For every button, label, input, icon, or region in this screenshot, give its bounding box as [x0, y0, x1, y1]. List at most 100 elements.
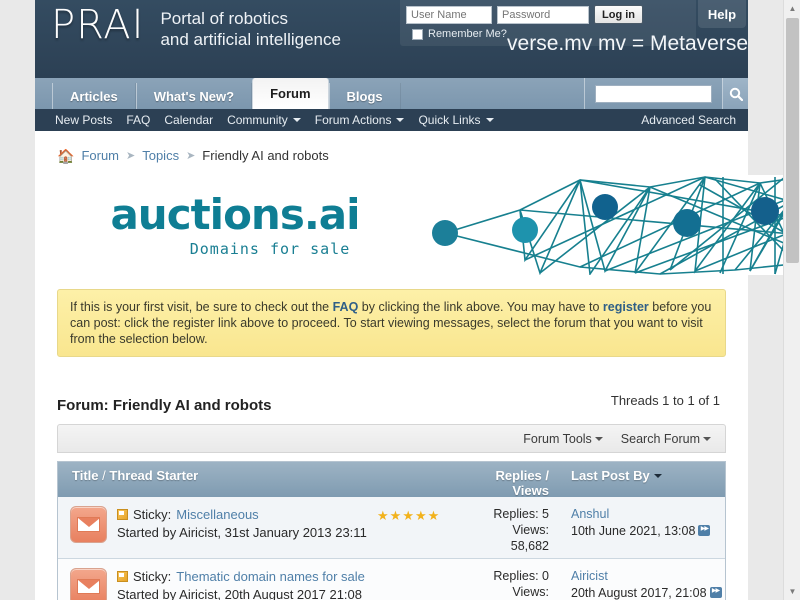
column-header-title-label: Title	[72, 468, 99, 483]
chevron-down-icon	[485, 118, 494, 122]
search-forum-button[interactable]: Search Forum	[621, 432, 711, 446]
thread-views-label: Views:	[512, 585, 549, 599]
last-poster-link[interactable]: Anshul	[571, 507, 609, 521]
table-row[interactable]: Sticky: Thematic domain names for sale S…	[58, 559, 725, 600]
banner-title: auctions.ai	[110, 190, 360, 239]
password-field[interactable]	[497, 5, 589, 24]
star-icon: ★	[427, 508, 440, 523]
chevron-down-icon	[396, 118, 405, 122]
thread-title-link[interactable]: Miscellaneous	[176, 506, 258, 523]
tab-blogs[interactable]: Blogs	[328, 83, 401, 109]
thread-started-by: Started by Airicist, 31st January 2013 2…	[117, 525, 367, 540]
secondary-nav: New Posts FAQ Calendar Community Forum A…	[35, 109, 748, 131]
thread-last-post: Anshul 10th June 2021, 13:08	[557, 506, 725, 540]
thread-started-by: Started by Airicist, 20th August 2017 21…	[117, 587, 362, 600]
tagline-line-2: and artificial intelligence	[160, 30, 341, 49]
star-icon: ★	[389, 508, 402, 523]
content-panel: 🏠 Forum ➤ Topics ➤ Friendly AI and robot…	[35, 131, 800, 600]
breadcrumb-item-topics[interactable]: Topics	[142, 148, 179, 163]
network-node	[432, 220, 458, 246]
page-column: PRAI Portal of robotics and artificial i…	[35, 0, 800, 600]
column-header-replies: Replies /	[495, 468, 549, 483]
faq-link[interactable]: FAQ	[333, 300, 359, 314]
subnav-calendar[interactable]: Calendar	[164, 113, 213, 127]
column-header-title[interactable]: Title / Thread Starter	[58, 468, 453, 483]
subnav-new-posts-label: New Posts	[55, 113, 113, 127]
site-logo[interactable]: PRAI Portal of robotics and artificial i…	[51, 2, 341, 50]
remember-me-checkbox[interactable]	[412, 28, 423, 40]
remember-me-label: Remember Me?	[428, 28, 507, 40]
column-header-views: Views	[512, 483, 549, 498]
logo-tagline: Portal of robotics and artificial intell…	[144, 2, 341, 50]
forum-tools-button[interactable]: Forum Tools	[523, 432, 603, 446]
tab-forum[interactable]: Forum	[252, 78, 329, 109]
subnav-community-label: Community	[227, 113, 288, 127]
sticky-icon	[117, 571, 128, 582]
goto-last-post-icon[interactable]	[698, 523, 711, 536]
network-graphic	[432, 176, 800, 275]
tab-articles[interactable]: Articles	[52, 83, 136, 109]
banner-ad[interactable]: auctions.ai Domains for sale	[55, 175, 800, 275]
network-node	[751, 197, 779, 225]
register-link[interactable]: register	[603, 300, 649, 314]
scrollbar-thumb[interactable]	[786, 18, 799, 263]
subnav-community[interactable]: Community	[227, 113, 301, 127]
search-icon[interactable]	[722, 78, 748, 109]
nav-search-zone	[584, 78, 748, 109]
subnav-forum-actions[interactable]: Forum Actions	[315, 113, 405, 127]
subnav-new-posts[interactable]: New Posts	[55, 113, 112, 127]
search-forum-label: Search Forum	[620, 431, 700, 446]
sticky-icon	[117, 509, 128, 520]
thread-replies-views: Replies: 5 Views: 58,682	[453, 506, 557, 554]
notice-part-2: by clicking the link above. You may have…	[358, 300, 603, 314]
search-input[interactable]	[595, 84, 712, 103]
column-header-replies-views[interactable]: Replies / Views	[453, 468, 557, 498]
goto-last-post-icon[interactable]	[709, 585, 722, 598]
thread-rating[interactable]	[377, 568, 453, 571]
table-header-row: Title / Thread Starter Replies / Views L…	[58, 462, 725, 498]
help-button[interactable]: Help	[698, 0, 746, 28]
thread-info: Sticky: Miscellaneous Started by Airicis…	[107, 506, 377, 542]
scroll-up-icon[interactable]: ▲	[784, 0, 800, 17]
tab-whats-new[interactable]: What's New?	[135, 83, 253, 109]
thread-title-link[interactable]: Thematic domain names for sale	[176, 568, 365, 585]
username-field[interactable]	[406, 5, 492, 24]
scroll-down-icon[interactable]: ▼	[784, 583, 800, 600]
last-post-date: 20th August 2017, 21:08	[571, 586, 707, 600]
browser-viewport: PRAI Portal of robotics and artificial i…	[0, 0, 800, 600]
subnav-faq-label: FAQ	[126, 113, 151, 127]
login-button[interactable]: Log in	[594, 5, 643, 24]
subnav-calendar-label: Calendar	[164, 113, 214, 127]
thread-rating[interactable]: ★ ★ ★ ★ ★	[377, 506, 453, 522]
banner-subtitle: Domains for sale	[189, 240, 351, 258]
breadcrumb-separator: ➤	[126, 150, 136, 162]
column-header-last-post[interactable]: Last Post By	[557, 468, 725, 483]
thread-views-label: Views:	[512, 523, 549, 537]
breadcrumb-separator: ➤	[186, 150, 196, 162]
subnav-quick-links-label: Quick Links	[418, 113, 481, 127]
thread-count: Threads 1 to 1 of 1	[610, 393, 720, 408]
sticky-label: Sticky:	[133, 507, 172, 522]
first-visit-notice: If this is your first visit, be sure to …	[57, 289, 726, 357]
logo-text: PRAI	[51, 2, 145, 48]
network-node	[512, 217, 538, 243]
breadcrumb-item-forum[interactable]: Forum	[81, 148, 119, 163]
chevron-down-icon	[292, 118, 301, 122]
header-slogan: verse.mv mv = Metaverse	[507, 32, 748, 55]
forum-tools-label: Forum Tools	[523, 431, 592, 446]
home-icon[interactable]: 🏠	[57, 149, 74, 163]
table-row[interactable]: Sticky: Miscellaneous Started by Airicis…	[58, 497, 725, 559]
star-icon: ★	[402, 508, 414, 523]
last-poster-link[interactable]: Airicist	[571, 569, 608, 583]
subnav-faq[interactable]: FAQ	[126, 113, 150, 127]
advanced-search-link[interactable]: Advanced Search	[641, 113, 736, 127]
forum-header: Forum: Friendly AI and robots Threads 1 …	[57, 393, 726, 417]
envelope-glyph	[77, 517, 100, 532]
tagline-line-1: Portal of robotics	[160, 9, 289, 28]
sticky-label: Sticky:	[133, 569, 172, 584]
subnav-quick-links[interactable]: Quick Links	[418, 113, 494, 127]
chevron-down-icon	[703, 436, 711, 441]
thread-views-count: 58,682	[510, 539, 549, 553]
forum-tools-bar: Forum Tools Search Forum	[57, 424, 726, 453]
vertical-scrollbar[interactable]: ▲ ▼	[783, 0, 800, 600]
